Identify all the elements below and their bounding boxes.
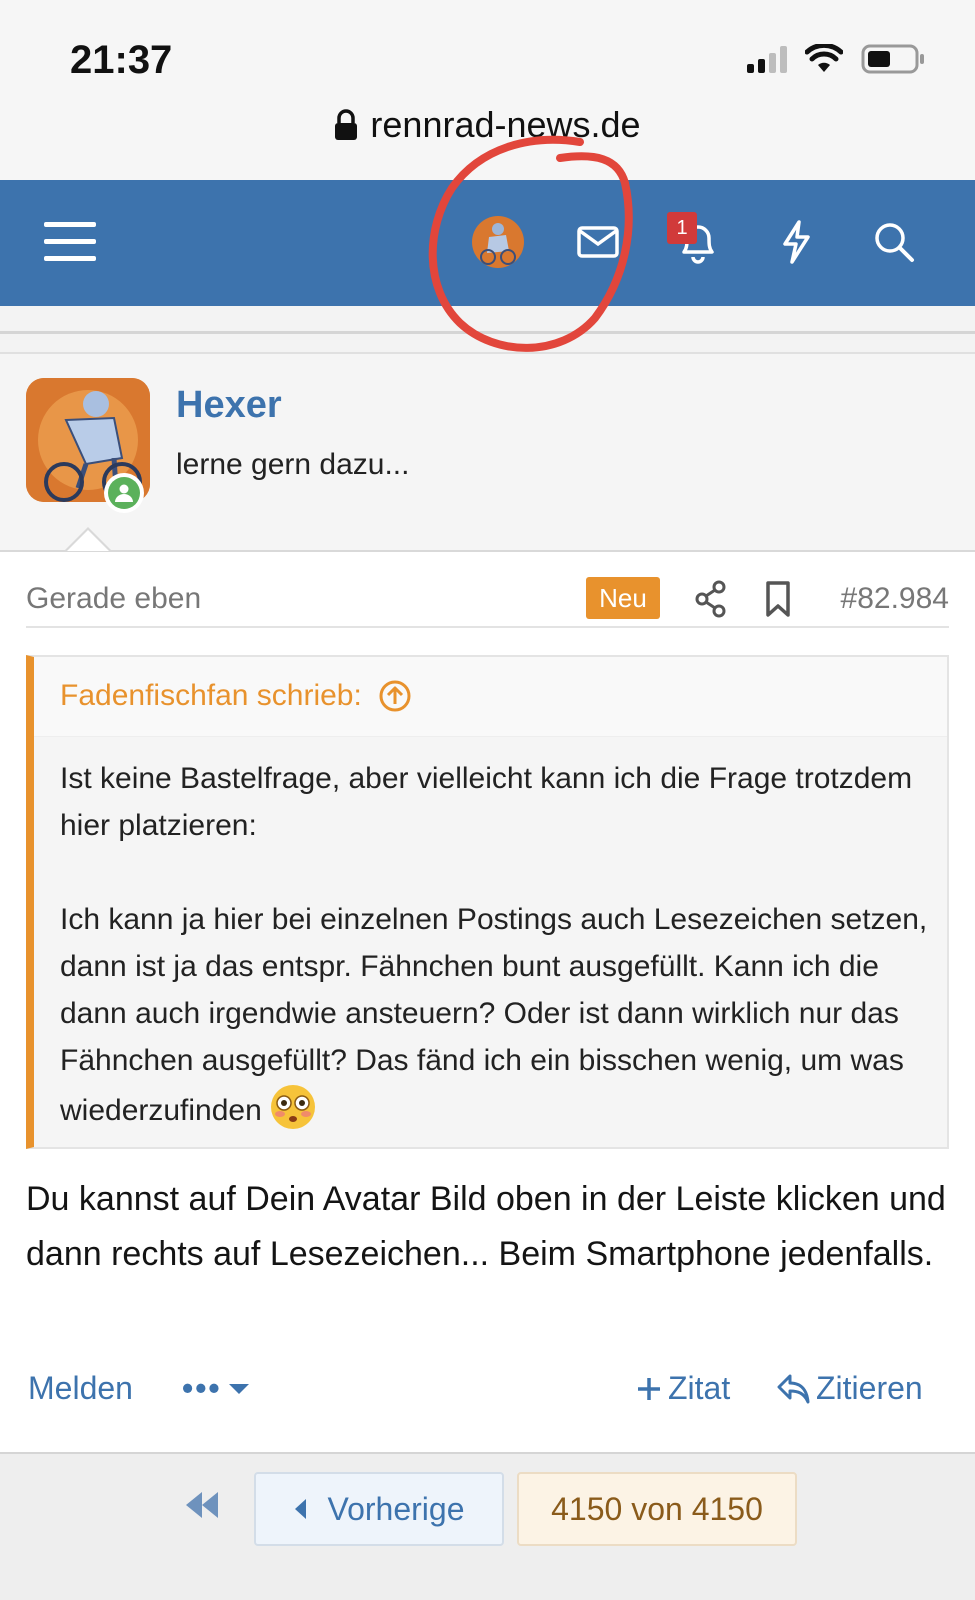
quote-author: Fadenfischfan schrieb: — [60, 679, 362, 712]
quote-block: Fadenfischfan schrieb: Ist keine Bastelf… — [26, 655, 949, 1149]
annotation-circle — [428, 135, 633, 352]
previous-page-button[interactable]: Vorherige — [254, 1472, 504, 1546]
post-number[interactable]: #82.984 — [841, 582, 949, 616]
search-button[interactable] — [870, 210, 918, 274]
menu-button[interactable] — [40, 210, 100, 274]
reply-quote-button[interactable]: Zitieren — [776, 1370, 923, 1407]
author-username[interactable]: Hexer — [176, 384, 282, 427]
whats-new-button[interactable] — [772, 210, 820, 274]
status-bar: 21:37 — [0, 0, 975, 100]
share-button[interactable] — [694, 580, 728, 623]
multiquote-label: Zitat — [668, 1370, 731, 1406]
quote-paragraph-1: Ist keine Bastelfrage, aber vielleicht k… — [60, 762, 913, 842]
post-message: Du kannst auf Dein Avatar Bild oben in d… — [26, 1180, 946, 1273]
menu-icon — [44, 222, 96, 261]
system-icons — [747, 44, 925, 74]
caret-left-icon — [294, 1499, 306, 1519]
lock-icon — [335, 109, 358, 140]
more-actions-button[interactable]: ••• — [182, 1370, 250, 1407]
lightning-icon — [783, 220, 810, 264]
battery-icon — [861, 44, 924, 74]
more-dots: ••• — [182, 1370, 222, 1406]
quote-header: Fadenfischfan schrieb: — [34, 657, 947, 737]
cellular-signal-icon — [747, 45, 787, 73]
search-icon — [875, 223, 914, 262]
reply-arrow-icon — [777, 1374, 810, 1403]
share-icon — [695, 580, 726, 618]
caret-down-icon — [228, 1383, 249, 1394]
status-time: 21:37 — [70, 38, 173, 82]
online-status-indicator — [104, 473, 144, 513]
user-online-icon — [115, 484, 133, 502]
post-arrow — [67, 530, 109, 551]
post-actions: Melden ••• Zitat Zitieren — [0, 1370, 975, 1420]
quote-author-link[interactable]: Fadenfischfan schrieb: — [60, 679, 412, 713]
bookmark-icon — [766, 581, 790, 617]
new-badge: Neu — [586, 577, 660, 619]
page-jump-button[interactable]: 4150 von 4150 — [517, 1472, 797, 1546]
author-user-title: lerne gern dazu... — [176, 448, 410, 481]
arrow-up-circle-icon — [379, 680, 411, 712]
flushed-face-emoji-icon — [271, 1085, 316, 1129]
quote-paragraph-2: Ich kann ja hier bei einzelnen Postings … — [60, 896, 930, 1134]
post-date[interactable]: Gerade eben — [26, 582, 201, 616]
wifi-icon — [805, 44, 843, 72]
multiquote-button[interactable]: Zitat — [636, 1370, 730, 1407]
notification-count-badge: 1 — [667, 212, 697, 244]
previous-label: Vorherige — [327, 1490, 465, 1527]
quote-content: Ist keine Bastelfrage, aber vielleicht k… — [60, 755, 930, 1134]
double-caret-left-icon — [186, 1492, 218, 1518]
post-meta-bar: Gerade eben Neu #82.984 — [26, 577, 949, 628]
plus-icon — [638, 1377, 660, 1400]
first-page-button[interactable] — [184, 1490, 220, 1525]
bookmark-button[interactable] — [764, 580, 792, 623]
quote-paragraph-2-text: Ich kann ja hier bei einzelnen Postings … — [60, 903, 928, 1127]
report-button[interactable]: Melden — [28, 1370, 133, 1407]
reply-quote-label: Zitieren — [816, 1370, 923, 1406]
